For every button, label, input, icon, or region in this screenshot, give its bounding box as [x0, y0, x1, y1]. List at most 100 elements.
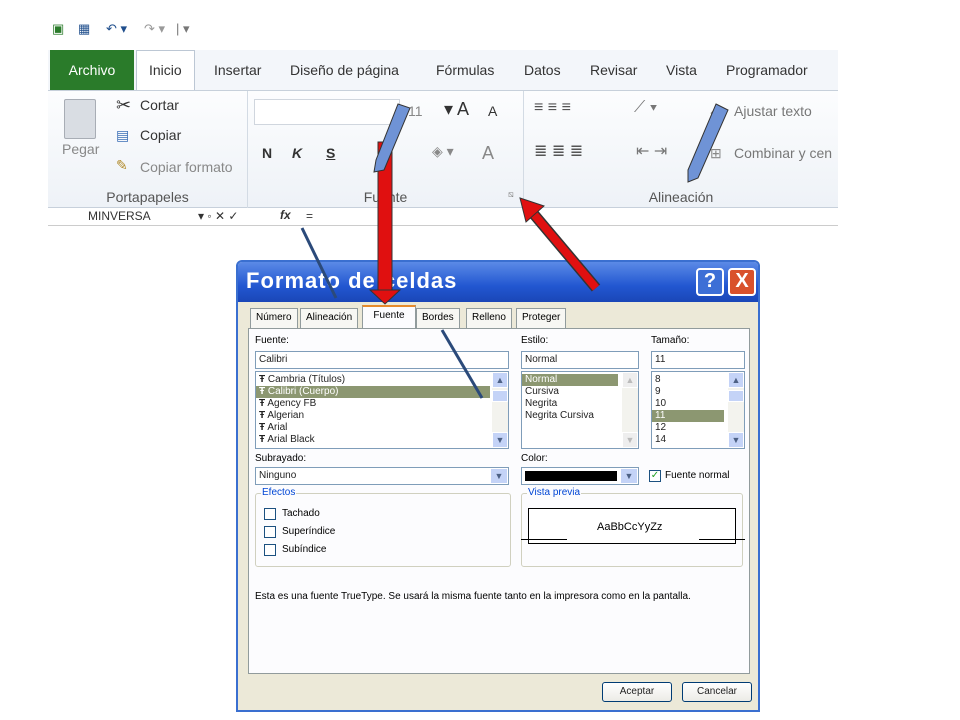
list-item[interactable]: Ŧ Arial Black [256, 434, 508, 446]
scroll-down-icon[interactable]: ▼ [492, 432, 508, 448]
font-list[interactable]: Ŧ Cambria (Títulos) Ŧ Calibri (Cuerpo) Ŧ… [255, 371, 509, 449]
tab-formulas[interactable]: Fórmulas [424, 50, 506, 90]
style-input[interactable]: Normal [521, 351, 639, 369]
tab-diseno-de-pagina[interactable]: Diseño de página [278, 50, 411, 90]
copy-button[interactable]: Copiar [140, 127, 181, 143]
chevron-down-icon[interactable]: ▼ [621, 469, 637, 483]
list-item[interactable]: Cursiva [522, 386, 638, 398]
paste-button[interactable]: Pegar [62, 141, 99, 157]
format-painter-button[interactable]: Copiar formato [140, 159, 233, 175]
scroll-up-icon[interactable]: ▲ [622, 372, 638, 388]
scroll-thumb[interactable] [728, 390, 744, 402]
scroll-down-icon[interactable]: ▼ [728, 432, 744, 448]
font-dialog-launcher-icon[interactable]: ⧅ [508, 189, 514, 200]
style-list[interactable]: Normal Cursiva Negrita Negrita Cursiva ▲… [521, 371, 639, 449]
bold-button[interactable]: N [262, 145, 272, 161]
formula-content[interactable]: = [306, 209, 313, 223]
preview-box: AaBbCcYyZz [521, 508, 745, 544]
wrap-text-button[interactable]: Ajustar texto [734, 103, 812, 119]
list-item[interactable]: Ŧ Cambria (Títulos) [256, 374, 508, 386]
align-top-icon[interactable]: ≡ ≡ ≡ [534, 99, 571, 117]
orientation-icon[interactable]: ⟋ ▾ [634, 99, 657, 117]
color-select[interactable]: ▼ [521, 467, 639, 485]
style-list-scrollbar[interactable]: ▲ ▼ [622, 372, 638, 448]
scroll-thumb[interactable] [492, 390, 508, 402]
color-swatch [525, 471, 617, 481]
tab-inicio[interactable]: Inicio [136, 50, 195, 91]
normal-font-label: Fuente normal [665, 470, 730, 481]
cut-button[interactable]: Cortar [140, 97, 179, 113]
tab-programador[interactable]: Programador [714, 50, 820, 90]
underline-select[interactable]: Ninguno ▼ [255, 467, 509, 485]
scroll-up-icon[interactable]: ▲ [728, 372, 744, 388]
list-item[interactable]: Ŧ Calibri (Cuerpo) [256, 386, 490, 398]
preview-baseline-right [699, 539, 745, 540]
scissors-icon: ✂ [116, 95, 132, 115]
list-item[interactable]: Normal [522, 374, 618, 386]
close-button[interactable]: X [728, 268, 756, 296]
scroll-up-icon[interactable]: ▲ [492, 372, 508, 388]
font-list-scrollbar[interactable]: ▲ ▼ [492, 372, 508, 448]
indent-icon[interactable]: ⇤ ⇥ [636, 141, 667, 161]
tab-archivo[interactable]: Archivo [50, 50, 134, 90]
list-item[interactable]: Ŧ Agency FB [256, 398, 508, 410]
normal-font-checkbox[interactable]: ✓ [649, 470, 661, 482]
tab-vista[interactable]: Vista [654, 50, 709, 90]
preview-text: AaBbCcYyZz [597, 521, 663, 533]
grow-font-icon[interactable]: ▾ A [444, 99, 469, 120]
tab-datos[interactable]: Datos [512, 50, 573, 90]
scroll-down-icon[interactable]: ▼ [622, 432, 638, 448]
font-color-button[interactable]: A [482, 143, 494, 164]
tab-bordes[interactable]: Bordes [416, 308, 460, 328]
redo-icon[interactable]: ↷ ▾ [144, 20, 165, 38]
name-box[interactable]: MINVERSA [88, 209, 151, 223]
subscript-checkbox[interactable] [264, 544, 276, 556]
ok-button[interactable]: Aceptar [602, 682, 672, 702]
insert-function-button[interactable]: fx [280, 208, 291, 222]
font-size-box[interactable]: 11 [408, 103, 423, 119]
customize-qat-icon[interactable]: | ▾ [176, 20, 190, 38]
underline-button[interactable]: S [326, 145, 335, 161]
undo-icon[interactable]: ↶ ▾ [106, 20, 127, 38]
list-item[interactable]: Ŧ Arial [256, 422, 508, 434]
ribbon-tabs: Archivo Inicio Insertar Diseño de página… [48, 50, 838, 91]
clipboard-group-label: Portapapeles [106, 189, 189, 205]
list-item[interactable]: Negrita Cursiva [522, 410, 638, 422]
align-left-icon[interactable]: ≣ ≣ ≣ [534, 141, 583, 161]
cancel-enter-icons[interactable]: ▾ ◦ ✕ ✓ [198, 209, 238, 223]
clipboard-group: Pegar ✂ Cortar ▤ Copiar ✎ Copiar formato… [48, 91, 248, 209]
help-button[interactable]: ? [696, 268, 724, 296]
tab-numero[interactable]: Número [250, 308, 298, 328]
size-input[interactable]: 11 [651, 351, 745, 369]
merge-button[interactable]: Combinar y cen [734, 145, 832, 161]
font-name-input[interactable]: Calibri [255, 351, 509, 369]
paste-icon[interactable] [64, 99, 96, 139]
size-label: Tamaño: [651, 335, 690, 346]
shrink-font-icon[interactable]: A [488, 103, 497, 119]
tab-alineacion[interactable]: Alineación [300, 308, 359, 328]
copy-icon: ▤ [116, 127, 130, 143]
font-name-box[interactable] [254, 99, 400, 125]
list-item[interactable]: Negrita [522, 398, 638, 410]
list-item[interactable]: 11 [652, 410, 724, 422]
chevron-down-icon[interactable]: ▼ [491, 469, 507, 483]
format-cells-dialog: Formato de celdas ? X Número Alineación … [236, 260, 760, 712]
cancel-button[interactable]: Cancelar [682, 682, 752, 702]
preview-group: Vista previa AaBbCcYyZz [521, 487, 745, 567]
excel-ribbon: ▣ ▦ ↶ ▾ ↷ ▾ | ▾ Archivo Inicio Insertar … [48, 14, 838, 226]
tab-relleno[interactable]: Relleno [466, 308, 512, 328]
subscript-label: Subíndice [282, 544, 327, 555]
size-list[interactable]: 8 9 10 11 12 14 ▲ ▼ [651, 371, 745, 449]
tab-insertar[interactable]: Insertar [202, 50, 273, 90]
excel-logo-icon: ▣ [52, 21, 65, 36]
list-item[interactable]: Ŧ Algerian [256, 410, 508, 422]
fill-color-icon[interactable]: ◈ ▾ [432, 143, 454, 160]
strikethrough-checkbox[interactable] [264, 508, 276, 520]
superscript-checkbox[interactable] [264, 526, 276, 538]
italic-button[interactable]: K [292, 145, 302, 161]
tab-proteger[interactable]: Proteger [516, 308, 567, 328]
save-icon[interactable]: ▦ [78, 20, 90, 38]
tab-revisar[interactable]: Revisar [578, 50, 649, 90]
tab-fuente[interactable]: Fuente [362, 305, 416, 329]
size-list-scrollbar[interactable]: ▲ ▼ [728, 372, 744, 448]
